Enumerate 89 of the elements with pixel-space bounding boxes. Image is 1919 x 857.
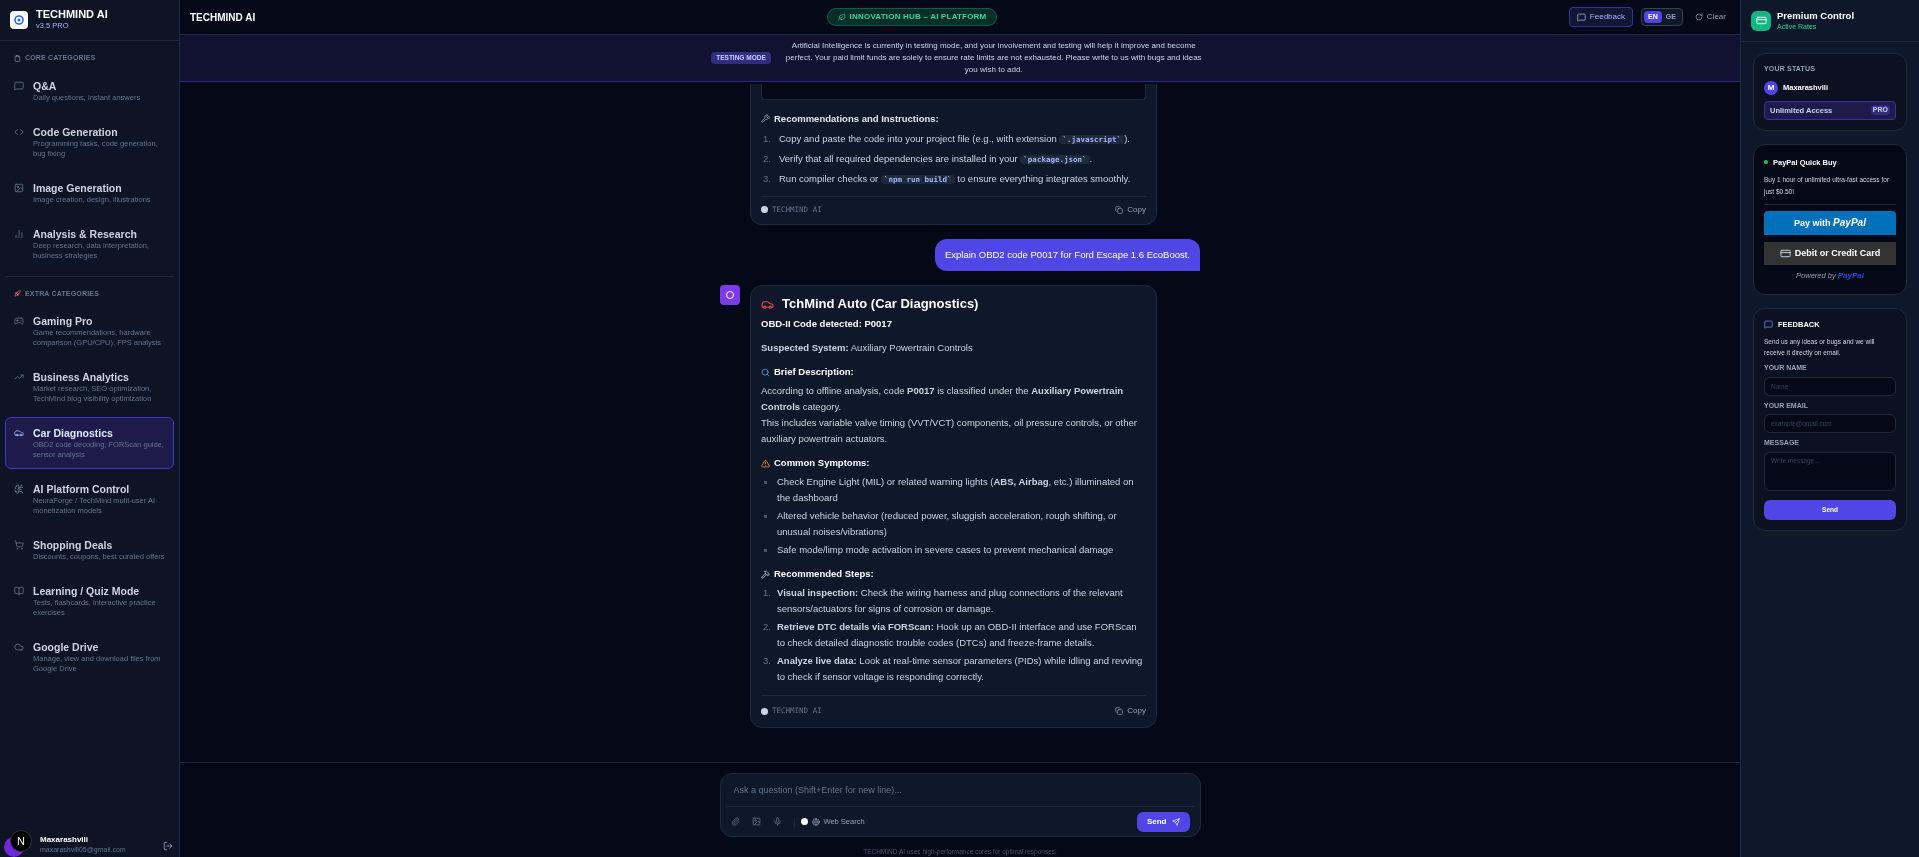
list-item-text: Analyze live data: Look at real-time sensor parameters (PIDs) while idling and revving to check if sensor voltage is responding correctly. — [777, 654, 1144, 684]
bullet-icon — [764, 481, 767, 484]
hub-badge: INNOVATION HUB – AI PLATFORM — [826, 8, 998, 26]
section-heading: Recommendations and Instructions: — [774, 111, 939, 126]
brand-mini-icon — [761, 707, 768, 715]
card-icon — [1751, 10, 1771, 31]
step-number: 2. — [762, 151, 771, 166]
chat-icon — [14, 80, 24, 91]
chat-icon — [1576, 12, 1586, 22]
leaf-icon — [837, 13, 846, 21]
book-icon — [14, 586, 24, 596]
bullet-icon — [764, 549, 767, 552]
rocket-icon — [14, 290, 21, 298]
category-title: Business Analytics — [33, 370, 130, 384]
category-title: Gaming Pro — [33, 314, 94, 328]
chat-icon — [1764, 320, 1773, 330]
refresh-icon — [1694, 13, 1703, 21]
microphone-icon[interactable] — [772, 817, 782, 826]
step-number: 2. — [762, 620, 771, 634]
category-title: Analysis & Research — [33, 226, 138, 241]
section-heading: Brief Description: — [774, 365, 854, 379]
attach-icon[interactable] — [730, 817, 740, 826]
category-title: Shopping Deals — [33, 538, 114, 552]
copy-icon — [1115, 707, 1124, 715]
list-item-text: Visual inspection: Check the wiring harness and plug connections of the relevant sensors/actuators for signs of corrosion or damage. — [777, 586, 1124, 616]
brand-name: TECHMIND AI — [36, 8, 108, 20]
step-number: 1. — [762, 586, 771, 600]
search-icon — [761, 367, 770, 377]
wrench-icon — [761, 114, 770, 124]
category-title: Car Diagnostics — [33, 426, 114, 440]
step-number: 3. — [762, 171, 771, 186]
list-item-text: Retrieve DTC details via FORScan: Hook up an OBD-II interface and use FORScan to check detailed diagnostic trouble codes (DTCs) and freeze-frame details. — [777, 620, 1138, 650]
card-icon — [1779, 248, 1791, 259]
web-search-checkbox[interactable] — [800, 818, 808, 825]
section-heading: Recommended Steps: — [774, 567, 874, 581]
clipboard-icon — [14, 54, 21, 62]
image-icon[interactable] — [751, 817, 761, 826]
category-title: AI Platform Control — [33, 482, 131, 496]
user-message: Explain OBD2 code P0017 for Ford Escape 1.6 EcoBoost. — [934, 238, 1200, 271]
paypal-button[interactable]: Pay with PayPal — [1764, 211, 1896, 235]
app-title: TECHMIND AI — [190, 10, 256, 25]
category-title: Learning / Quiz Mode — [33, 584, 141, 598]
banner-text: Artificial Intelligence is currently in testing mode, and your involvement and testing will help it improve and become perfect. Your paid limit funds are solely to ensure rate limits are not exhausted. Please write to us with bugs and ideas you wish to add. — [784, 40, 1203, 76]
clear-button[interactable]: Clear — [1690, 11, 1730, 23]
category-title: Google Drive — [33, 640, 100, 654]
logo-icon — [10, 11, 28, 29]
bar-chart-icon — [14, 228, 24, 239]
category-title: Code Generation — [33, 124, 119, 139]
cart-icon — [14, 540, 24, 550]
copy-icon — [1115, 205, 1124, 214]
logout-icon[interactable] — [163, 841, 173, 851]
brain-icon — [14, 484, 24, 494]
list-item-text: Altered vehicle behavior (reduced power, sluggish acceleration, rough shifting, or unusual noises/vibrations) — [777, 509, 1118, 539]
feedback-button[interactable]: Feedback — [1568, 7, 1633, 27]
user-name: Maxarashvili — [40, 835, 90, 845]
user-avatar: M — [1764, 80, 1778, 95]
gamepad-icon — [14, 316, 24, 326]
copy-button[interactable]: Copy — [1115, 203, 1146, 216]
cloud-icon — [14, 642, 24, 652]
bullet-icon — [764, 515, 767, 518]
response-title: TchMind Auto (Car Diagnostics) — [782, 296, 979, 312]
assistant-avatar — [720, 285, 740, 305]
list-item-text: Check Engine Light (MIL) or related warning lights (ABS, Airbag, etc.) illuminated on the dashboard — [777, 475, 1135, 505]
warning-icon — [761, 458, 770, 468]
card-button[interactable]: Debit or Credit Card — [1764, 242, 1896, 265]
brand-mini-icon — [761, 206, 768, 214]
question-input[interactable]: Ask a question (Shift+Enter for new line)... — [726, 774, 1194, 806]
trend-icon — [14, 372, 24, 382]
hammer-icon — [761, 569, 770, 579]
copy-button[interactable]: Copy — [1115, 703, 1146, 719]
step-number: 3. — [762, 654, 771, 668]
category-title: Image Generation — [33, 180, 123, 195]
dev-badge[interactable]: N — [10, 830, 32, 852]
paragraph: This includes variable valve timing (VVT/VCT) components, oil pressure controls, or other auxiliary powertrain actuators. — [761, 417, 1137, 444]
list-item-text: Safe mode/limp mode activation in severe cases to prevent mechanical damage — [777, 543, 1114, 557]
globe-icon — [811, 817, 820, 826]
step-number: 1. — [762, 131, 771, 146]
panel-title: Premium Control — [1777, 9, 1855, 21]
detected-code: OBD-II Code detected: P0017 — [761, 317, 893, 331]
section-heading: Common Symptoms: — [774, 456, 870, 470]
paypal-logo: PayPal — [1837, 270, 1864, 282]
suspected-system: Suspected System: Auxiliary Powertrain Controls — [761, 341, 974, 355]
car-icon — [14, 428, 24, 438]
category-title: Q&A — [33, 78, 58, 93]
code-icon — [14, 126, 24, 137]
image-icon — [14, 182, 24, 193]
send-icon — [1171, 817, 1180, 826]
send-button[interactable]: Send — [1136, 811, 1190, 832]
paragraph: According to offline analysis, code P0017 is classified under the Auxiliary Powertrain Controls category. — [761, 385, 1124, 412]
